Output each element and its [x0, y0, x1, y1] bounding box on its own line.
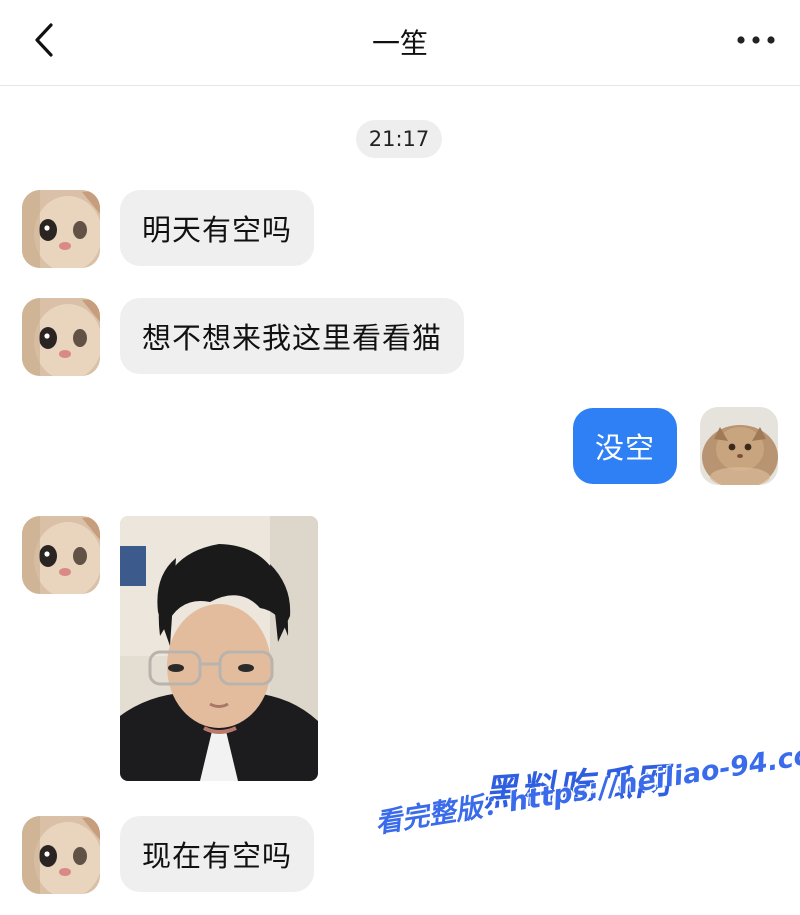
chat-header: 一笙: [0, 0, 800, 86]
contact-avatar[interactable]: [22, 298, 100, 376]
cat-avatar-icon: [22, 298, 100, 376]
contact-avatar[interactable]: [22, 516, 100, 594]
message-bubble-incoming[interactable]: 想不想来我这里看看猫: [120, 298, 465, 374]
cat-avatar-icon: [22, 190, 100, 268]
watermark: 黑料吃瓜网 看完整版：https://heiliao-94.com: [372, 735, 800, 908]
more-horizontal-icon: [737, 36, 775, 44]
self-avatar[interactable]: [700, 407, 778, 485]
message-bubble-incoming[interactable]: 明天有空吗: [120, 190, 315, 266]
timestamp-pill: 21:17: [356, 120, 442, 158]
fluffy-cat-avatar-icon: [700, 407, 778, 485]
cat-avatar-icon: [22, 816, 100, 894]
contact-avatar[interactable]: [22, 190, 100, 268]
message-bubble-incoming[interactable]: 现在有空吗: [120, 816, 315, 892]
message-photo[interactable]: [120, 516, 318, 781]
chat-title: 一笙: [371, 27, 428, 60]
selfie-photo: [120, 516, 318, 781]
watermark-brand: 黑料吃瓜网: [481, 760, 674, 815]
message-bubble-outgoing[interactable]: 没空: [573, 408, 678, 484]
more-button[interactable]: [732, 22, 780, 58]
cat-avatar-icon: [22, 516, 100, 594]
watermark-url: 看完整版：https://heiliao-94.com: [373, 735, 800, 840]
contact-avatar[interactable]: [22, 816, 100, 894]
